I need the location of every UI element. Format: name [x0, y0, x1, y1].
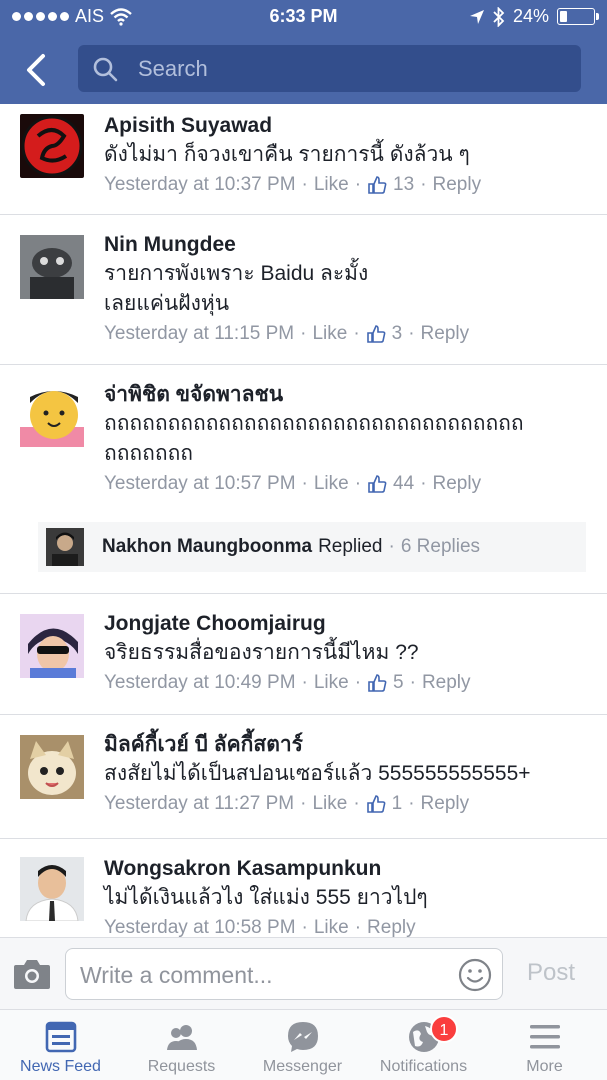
comment-time: Yesterday at 10:37 PM [104, 174, 296, 195]
comment-meta: Yesterday at 11:15 PM · Like · 3 · Reply [104, 319, 595, 349]
comment: Apisith Suyawad ดังไม่มา ก็จวงเขาคืน ราย… [0, 104, 607, 215]
search-icon [93, 57, 118, 81]
commenter-name[interactable]: จ่าพิชิต ขจัดพาลชน [104, 381, 595, 409]
reply-button[interactable]: Reply [421, 789, 470, 819]
thumbs-up-icon [368, 674, 387, 692]
comment: มิลค์กี้เวย์ บี ลัคกี้สตาร์ สงสัยไม่ได้เ… [0, 715, 607, 839]
location-icon [469, 9, 484, 24]
requests-icon [166, 1025, 197, 1050]
back-button[interactable] [14, 48, 58, 92]
thumbs-up-icon [368, 176, 387, 194]
like-count[interactable]: 44 [393, 469, 414, 499]
comment-meta: Yesterday at 10:49 PM · Like · 5 · Reply [104, 668, 595, 698]
post-button[interactable]: Post [527, 959, 575, 987]
reply-avatar [46, 528, 84, 566]
camera-button[interactable] [12, 956, 52, 992]
like-button[interactable]: Like [314, 469, 349, 499]
tab-label: More [526, 1058, 563, 1075]
comment-composer: Write a comment... Post [0, 937, 607, 1009]
comments-list[interactable]: Apisith Suyawad ดังไม่มา ก็จวงเขาคืน ราย… [0, 104, 607, 937]
tab-bar: News Feed Requests Messenger 1 Notificat… [0, 1009, 607, 1080]
messenger-icon [287, 1022, 318, 1052]
comment-text: รายการพังเพราะ Baidu ละมั้ง เลยแค่นฝังหุ… [104, 262, 369, 315]
bluetooth-icon [493, 6, 505, 27]
comment-meta: Yesterday at 10:57 PM · Like · 44 · Reply [104, 469, 595, 499]
comment-time: Yesterday at 10:49 PM [104, 672, 296, 693]
like-button[interactable]: Like [312, 789, 347, 819]
tab-more[interactable]: More [484, 1010, 605, 1080]
reply-button[interactable]: Reply [421, 319, 470, 349]
avatar[interactable] [20, 735, 84, 799]
commenter-name[interactable]: มิลค์กี้เวย์ บี ลัคกี้สตาร์ [104, 731, 595, 759]
like-button[interactable]: Like [312, 319, 347, 349]
like-count[interactable]: 3 [392, 319, 403, 349]
tab-requests[interactable]: Requests [121, 1010, 242, 1080]
thumbs-up-icon [366, 795, 386, 813]
tab-label: News Feed [20, 1058, 101, 1075]
avatar[interactable] [20, 614, 84, 678]
reply-button[interactable]: Reply [367, 913, 416, 937]
reply-button[interactable]: Reply [433, 170, 482, 200]
commenter-name[interactable]: Wongsakron Kasampunkun [104, 855, 595, 883]
search-input[interactable]: Search [78, 45, 581, 92]
avatar[interactable] [20, 235, 84, 299]
comment-time: Yesterday at 10:57 PM [104, 473, 296, 494]
more-icon [529, 1025, 560, 1049]
reply-author-name: Nakhon Maungboonma [102, 536, 313, 557]
like-count[interactable]: 1 [392, 789, 403, 819]
news-feed-icon [45, 1021, 76, 1053]
battery-icon [557, 8, 599, 25]
comment-text: ดังไม่มา ก็จวงเขาคืน รายการนี้ ดังล้วน ๆ [104, 143, 470, 166]
like-count[interactable]: 5 [393, 668, 404, 698]
battery-percent: 24% [512, 6, 549, 26]
comment: Jongjate Choomjairug จริยธรรมสื่อของรายก… [0, 594, 607, 715]
comment-text: ถถถถถถถถถถถถถถถถถถถถถถถถถถถถถถถถถ ถถถถถถ… [104, 412, 524, 465]
thumbs-up-icon [366, 325, 386, 343]
avatar[interactable] [20, 114, 84, 178]
notification-badge: 1 [430, 1015, 458, 1043]
search-placeholder: Search [138, 55, 208, 81]
comment-time: Yesterday at 11:15 PM [104, 323, 295, 344]
comment-time: Yesterday at 10:58 PM [104, 917, 296, 937]
comment-meta: Yesterday at 10:58 PM · Like · Reply [104, 913, 595, 937]
tab-label: Notifications [379, 1058, 468, 1075]
like-count[interactable]: 13 [393, 170, 414, 200]
comment-input[interactable]: Write a comment... [65, 948, 503, 1000]
replies-summary[interactable]: Nakhon Maungboonma Replied · 6 Replies [38, 522, 586, 572]
avatar[interactable] [20, 857, 84, 921]
commenter-name[interactable]: Nin Mungdee [104, 231, 595, 259]
tab-news-feed[interactable]: News Feed [0, 1010, 121, 1080]
tab-label: Messenger [262, 1058, 343, 1075]
thumbs-up-icon [368, 475, 387, 493]
status-right: 24% [469, 6, 599, 27]
comment-meta: Yesterday at 11:27 PM · Like · 1 · Reply [104, 789, 595, 819]
comment-meta: Yesterday at 10:37 PM · Like · 13 · Reply [104, 170, 595, 200]
comment-time: Yesterday at 11:27 PM [104, 793, 295, 814]
comment-text: สงสัยไม่ได้เป็นสปอนเซอร์แล้ว 55555555555… [104, 762, 531, 785]
reply-button[interactable]: Reply [422, 668, 471, 698]
reply-button[interactable]: Reply [433, 469, 482, 499]
replies-count[interactable]: 6 Replies [401, 536, 480, 558]
comment-text: ไม่ได้เงินแล้วไง ใส่แม่ง 555 ยาวไปๆ [104, 886, 428, 909]
like-button[interactable]: Like [314, 913, 349, 937]
tab-notifications[interactable]: 1 Notifications [363, 1010, 484, 1080]
comment-placeholder: Write a comment... [80, 962, 273, 988]
comment: Wongsakron Kasampunkun ไม่ได้เงินแล้วไง … [0, 839, 607, 937]
emoji-icon[interactable] [458, 958, 492, 992]
replied-label: Replied [318, 536, 383, 557]
comment-text: จริยธรรมสื่อของรายการนี้มีไหม ?? [104, 641, 419, 664]
separator: · [388, 536, 395, 557]
commenter-name[interactable]: Apisith Suyawad [104, 112, 595, 140]
tab-messenger[interactable]: Messenger [242, 1010, 363, 1080]
like-button[interactable]: Like [314, 170, 349, 200]
navigation-bar: Search [0, 34, 607, 104]
status-bar: AIS 6:33 PM 24% [0, 0, 607, 34]
avatar[interactable] [20, 383, 84, 447]
tab-label: Requests [147, 1058, 216, 1075]
camera-icon [14, 960, 50, 989]
comment: Nin Mungdee รายการพังเพราะ Baidu ละมั้ง … [0, 215, 607, 365]
like-button[interactable]: Like [314, 668, 349, 698]
commenter-name[interactable]: Jongjate Choomjairug [104, 610, 595, 638]
chevron-left-icon [27, 54, 45, 86]
